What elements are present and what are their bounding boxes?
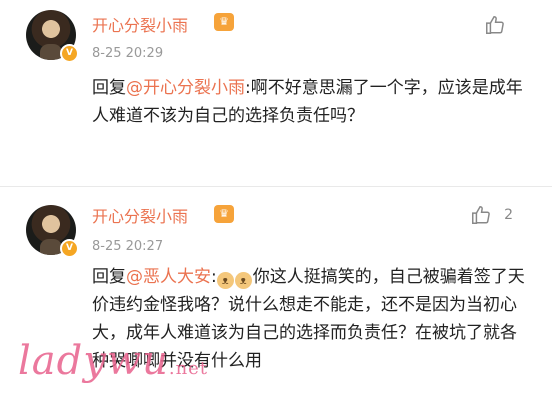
verified-badge-icon: V: [60, 44, 79, 63]
mention-link[interactable]: @开心分裂小雨: [126, 78, 245, 98]
mention-link[interactable]: @恶人大安: [126, 267, 211, 287]
cat-emoji-icon: ᴥ: [234, 272, 252, 289]
watermark-main: ladywu: [18, 338, 169, 384]
comment-body-colon: :: [211, 267, 217, 287]
comment-username[interactable]: 开心分裂小雨: [92, 203, 188, 227]
comment-time: 8-25 20:29: [92, 46, 164, 61]
like-button[interactable]: 2: [470, 204, 513, 226]
reply-prefix: 回复: [92, 78, 126, 98]
thumbs-up-icon: [486, 16, 504, 34]
like-count: 2: [504, 207, 514, 223]
cat-emoji-icon: ᴥ: [216, 272, 234, 289]
watermark-suffix: .net: [168, 358, 209, 379]
thumbs-up-icon: [472, 206, 490, 224]
site-watermark: ladywu.net: [18, 338, 208, 384]
crown-icon: ♛: [214, 13, 234, 31]
like-button[interactable]: [484, 14, 518, 36]
verified-badge-icon: V: [60, 239, 79, 258]
crown-icon: ♛: [214, 205, 234, 223]
comment-username[interactable]: 开心分裂小雨: [92, 12, 188, 36]
comment-text: 回复@开心分裂小雨:啊不好意思漏了一个字，应该是成年人难道不该为自己的选择负责任…: [92, 74, 532, 130]
reply-prefix: 回复: [92, 267, 126, 287]
comment-time: 8-25 20:27: [92, 239, 164, 254]
comment-item: V 开心分裂小雨 ♛ 8-25 20:29 回复@开心分裂小雨:啊不好意思漏了一…: [0, 0, 552, 186]
